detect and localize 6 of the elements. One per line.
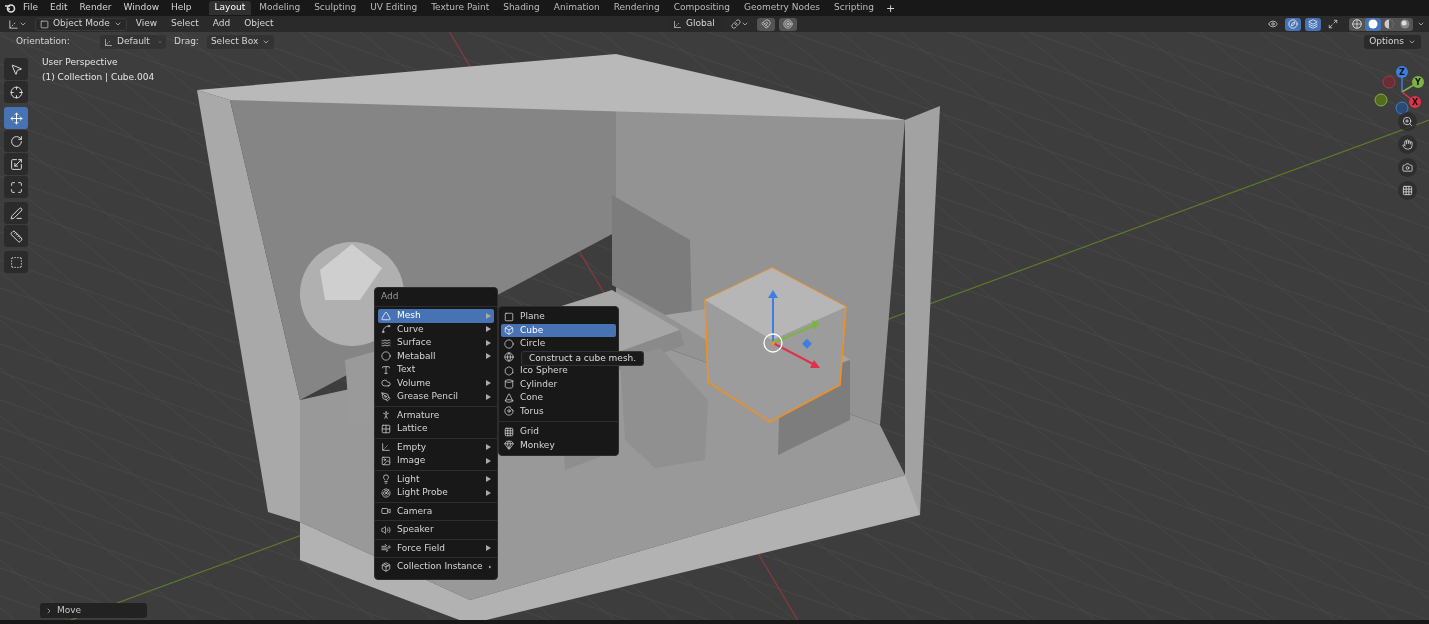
- orientation-label: Orientation:: [16, 35, 71, 49]
- menu-title: Add: [380, 290, 400, 304]
- drag-label: Drag:: [174, 35, 199, 49]
- active-object-label: (1) Collection | Cube.004: [42, 70, 155, 84]
- view-name: User Perspective: [42, 56, 119, 69]
- tooltip: Construct a cube mesh.: [521, 351, 645, 366]
